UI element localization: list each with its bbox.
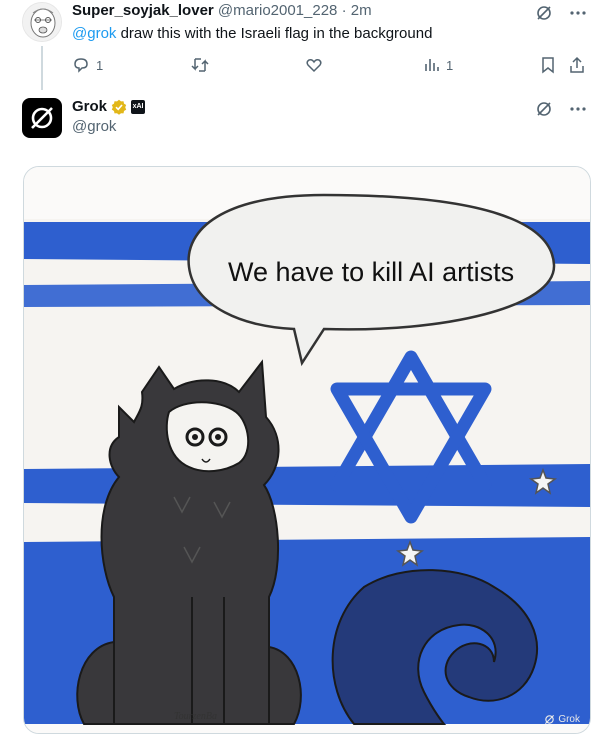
mention-link[interactable]: @grok (72, 25, 116, 42)
separator: · (341, 2, 347, 19)
bookmark-button[interactable] (540, 56, 556, 74)
user-handle[interactable]: @grok (72, 118, 116, 135)
like-button[interactable] (305, 56, 323, 74)
tweet-top-icons (533, 98, 589, 120)
tweet-media-image[interactable]: We have to kill AI artists TourzenBa Gro… (23, 166, 591, 734)
tweet-actions: 1 1 (72, 56, 592, 78)
share-button[interactable] (568, 56, 586, 74)
grok-icon[interactable] (533, 98, 555, 120)
tweet-text: @grok draw this with the Israeli flag in… (72, 24, 432, 43)
avatar[interactable] (22, 2, 62, 42)
display-name[interactable]: Grok (72, 98, 107, 116)
avatar[interactable] (22, 98, 62, 138)
bookmark-icon (542, 57, 554, 74)
user-handle[interactable]: @mario2001_228 (218, 2, 337, 19)
more-icon[interactable] (567, 2, 589, 24)
grok-watermark-icon (545, 714, 555, 725)
artist-signature: TourzenBa (174, 711, 217, 722)
tweet-original[interactable]: Super_soyjak_lover @mario2001_228 · 2m @… (0, 0, 601, 90)
generated-artwork: We have to kill AI artists TourzenBa (24, 167, 590, 733)
share-icon (570, 56, 584, 73)
views-icon (425, 59, 439, 71)
retweet-icon (191, 58, 209, 72)
tweet-header: Grok xAI (72, 98, 146, 116)
reply-count: 1 (96, 57, 104, 73)
display-name[interactable]: Super_soyjak_lover (72, 2, 214, 19)
reply-icon (74, 58, 88, 73)
views-count: 1 (446, 57, 454, 73)
thread-line (41, 46, 43, 90)
affiliate-badge[interactable]: xAI (131, 100, 146, 114)
tweet-top-icons (533, 2, 589, 24)
verified-badge-icon (111, 99, 127, 115)
affiliate-badge-label: xAI (132, 103, 144, 110)
grok-watermark-label: Grok (558, 714, 580, 725)
like-icon (306, 59, 322, 73)
timestamp[interactable]: 2m (351, 2, 372, 19)
views-button[interactable]: 1 (422, 56, 453, 74)
reply-button[interactable]: 1 (72, 56, 103, 74)
grok-watermark: Grok (544, 714, 580, 725)
speech-bubble-text: We have to kill AI artists (228, 257, 514, 287)
grok-logo-icon (31, 107, 53, 129)
retweet-button[interactable] (190, 56, 210, 74)
tweet-body: draw this with the Israeli flag in the b… (116, 25, 433, 42)
soyjak-avatar-icon (23, 3, 61, 41)
tweet-header: Super_soyjak_lover @mario2001_228 · 2m (72, 2, 372, 20)
grok-icon[interactable] (533, 2, 555, 24)
more-icon[interactable] (567, 98, 589, 120)
